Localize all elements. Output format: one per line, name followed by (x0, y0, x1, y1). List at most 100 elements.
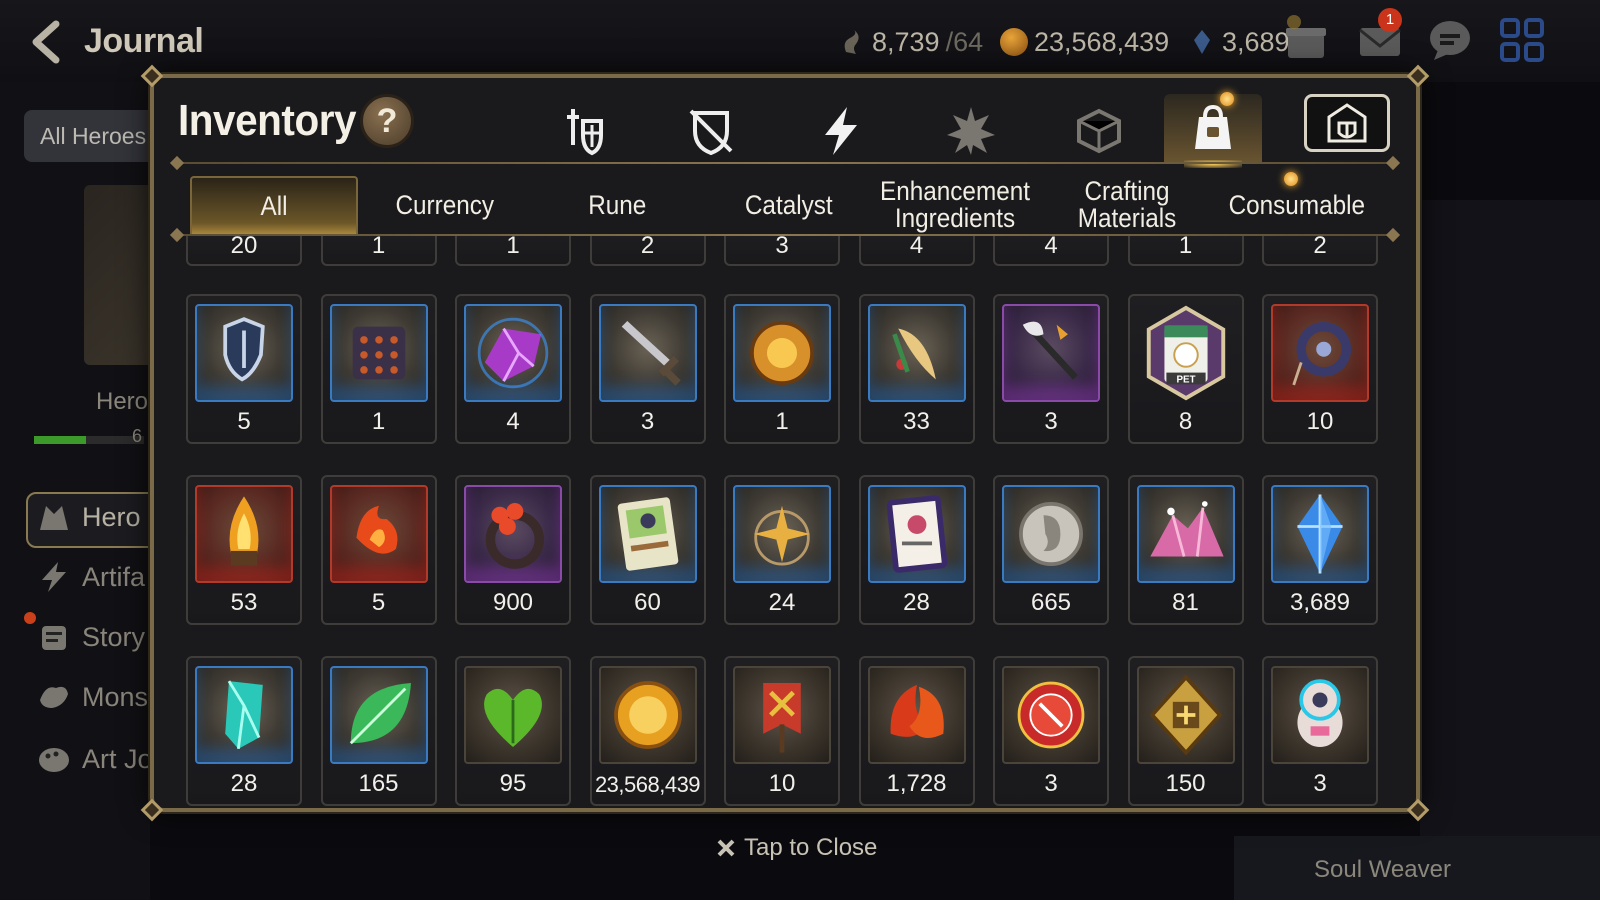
item-quantity: 23,568,439 (594, 772, 701, 797)
item-quantity: 33 (903, 408, 930, 435)
inventory-slot[interactable]: 5 (320, 475, 437, 625)
inventory-slot[interactable]: 10 (1262, 294, 1378, 444)
amulet-icon (1271, 304, 1369, 402)
subtab-crafting-materials[interactable]: Crafting Materials (1042, 176, 1212, 234)
inventory-slot[interactable]: 20 (186, 236, 302, 266)
inventory-slot[interactable]: 1 (724, 294, 840, 444)
sidebar-item-monster[interactable]: Mons (36, 680, 148, 714)
sidebar-item-art-journal[interactable]: Art Jo (36, 742, 153, 776)
item-quantity: 1 (1178, 236, 1193, 259)
menu-grid-icon[interactable] (1496, 14, 1548, 66)
inventory-slot[interactable]: PET 8 (1127, 294, 1244, 444)
item-quantity: 81 (1172, 589, 1199, 616)
chat-icon[interactable] (1424, 14, 1476, 66)
item-quantity: 24 (768, 589, 796, 616)
item-quantity: 5 (371, 589, 386, 616)
close-icon (717, 839, 735, 857)
inventory-slot[interactable]: 60 (589, 475, 706, 625)
blue-gem-icon (1271, 485, 1369, 583)
inventory-slot[interactable]: 150 (1127, 656, 1244, 806)
inventory-slot[interactable]: 53 (186, 475, 302, 625)
robot-pet-icon (1271, 666, 1369, 764)
right-panel (1420, 200, 1600, 900)
hero-icon (40, 506, 68, 530)
inventory-slot[interactable]: 1 (1127, 236, 1244, 266)
inventory-slot[interactable]: 1 (320, 294, 437, 444)
item-quantity: 4 (506, 408, 520, 435)
inventory-slot[interactable]: 665 (993, 475, 1109, 625)
help-button[interactable]: ? (360, 94, 414, 148)
flower-ring-icon (464, 485, 562, 583)
subtab-enhancement-ingredients[interactable]: Enhancement Ingredients (870, 176, 1040, 234)
inventory-slot[interactable]: 4 (993, 236, 1109, 266)
inventory-grid[interactable]: 20 1 1 2 3 4 4 1 2 5 1 4 3 1 33 3 PET 8 10 53 5 900 60 24 28 665 8… (178, 236, 1388, 808)
tab-artifacts[interactable] (792, 94, 890, 168)
mail-badge: 1 (1378, 8, 1402, 32)
item-quantity: 95 (499, 770, 527, 797)
lightning-icon (42, 562, 66, 592)
inventory-slot[interactable]: 3 (993, 294, 1109, 444)
shop-button[interactable] (1304, 94, 1390, 152)
inventory-slot[interactable]: 4 (858, 236, 975, 266)
inventory-slot[interactable]: 2 (1262, 236, 1378, 266)
inventory-slot[interactable]: 24 (724, 475, 840, 625)
tab-memory[interactable] (922, 94, 1020, 168)
sidebar-item-hero[interactable]: Hero (36, 500, 141, 534)
gold-coin-icon (598, 666, 697, 764)
subtab-consumable[interactable]: Consumable (1212, 176, 1382, 234)
gold-display[interactable]: 23,568,439 (1000, 24, 1169, 60)
inventory-modal: Inventory ? All Currency Rune Catalyst E… (140, 64, 1430, 822)
item-quantity: 28 (903, 589, 930, 616)
inventory-slot[interactable]: 3 (993, 656, 1109, 806)
inventory-slot[interactable]: 23,568,439 (589, 656, 706, 806)
inventory-slot[interactable]: 10 (724, 656, 840, 806)
subtab-all[interactable]: All (190, 176, 358, 234)
inventory-slot[interactable]: 95 (455, 656, 571, 806)
tab-inventory[interactable] (1164, 94, 1262, 168)
inventory-slot[interactable]: 3 (589, 294, 706, 444)
inventory-slot[interactable]: 1 (320, 236, 437, 266)
item-quantity: 5 (237, 408, 251, 435)
inventory-slot[interactable]: 28 (186, 656, 302, 806)
item-quantity: 8 (1178, 408, 1193, 435)
stamina-display[interactable]: 8,739/64 (838, 24, 983, 60)
tap-to-close[interactable]: Tap to Close (716, 834, 877, 862)
scale-armor-icon (329, 304, 428, 402)
divider (178, 162, 1392, 164)
inventory-slot[interactable]: 3 (1262, 656, 1378, 806)
shop-icon (1327, 103, 1367, 143)
inventory-slot[interactable]: 4 (455, 294, 571, 444)
item-quantity: 53 (230, 589, 258, 616)
subtab-rune[interactable]: Rune (532, 176, 702, 234)
inventory-slot[interactable]: 2 (589, 236, 706, 266)
leaf-icon (329, 666, 428, 764)
fire-amulet-icon (329, 485, 428, 583)
gift-icon[interactable] (1280, 14, 1332, 66)
heart-leaf-icon (464, 666, 562, 764)
inventory-slot[interactable]: 900 (455, 475, 571, 625)
inventory-slot[interactable]: 1,728 (858, 656, 975, 806)
tab-equipment[interactable] (534, 94, 632, 168)
back-arrow-icon[interactable] (26, 20, 70, 64)
item-quantity: 4 (909, 236, 924, 259)
star-pendant-icon (733, 485, 831, 583)
inventory-slot[interactable]: 1 (455, 236, 571, 266)
item-quantity: 10 (768, 770, 796, 797)
inventory-slot[interactable]: 3,689 (1262, 475, 1378, 625)
tab-materials[interactable] (1050, 94, 1148, 168)
lightning-icon (825, 107, 857, 155)
inventory-slot[interactable]: 5 (186, 294, 302, 444)
subtab-catalyst[interactable]: Catalyst (704, 176, 874, 234)
inventory-slot[interactable]: 33 (858, 294, 975, 444)
crystal-display[interactable]: 3,689 (1188, 24, 1290, 60)
hero-progress-bar (34, 436, 144, 444)
inventory-slot[interactable]: 28 (858, 475, 975, 625)
inventory-slot[interactable]: 81 (1127, 475, 1244, 625)
inventory-slot[interactable]: 165 (320, 656, 437, 806)
sidebar-item-story[interactable]: Story (36, 620, 145, 654)
inventory-slot[interactable]: 3 (724, 236, 840, 266)
item-quantity: 60 (634, 589, 661, 616)
sidebar-item-artifact[interactable]: Artifa (36, 560, 145, 594)
tab-unequipped[interactable] (662, 94, 760, 168)
subtab-currency[interactable]: Currency (360, 176, 530, 234)
